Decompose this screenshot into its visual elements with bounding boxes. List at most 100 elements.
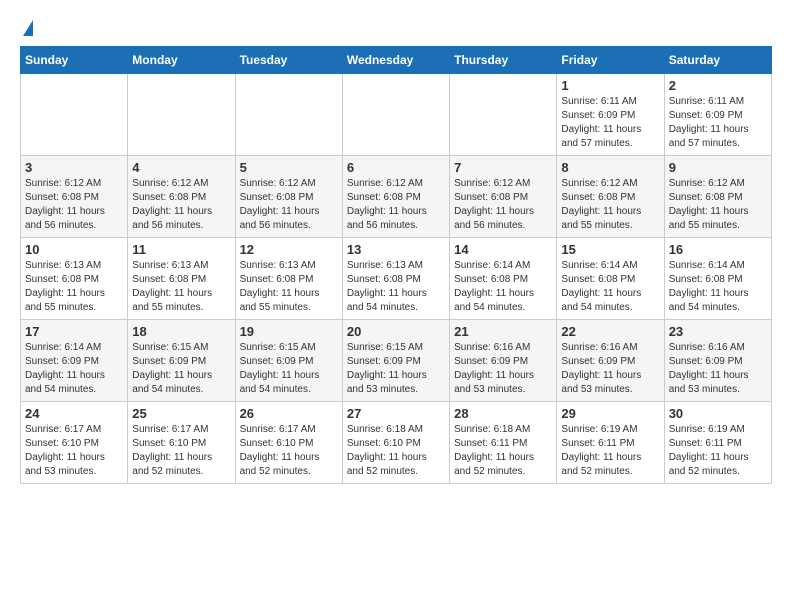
calendar-cell: 13Sunrise: 6:13 AM Sunset: 6:08 PM Dayli… (342, 238, 449, 320)
calendar-cell: 5 Sunrise: 6:12 AM Sunset: 6:08 PM Daylig… (235, 156, 342, 238)
day-number: 23 (669, 324, 767, 339)
calendar-cell: 23 Sunrise: 6:16 AM Sunset: 6:09 PM Dayli… (664, 320, 771, 402)
day-info: Sunrise: 6:14 AM Sunset: 6:08 PM Dayligh… (669, 259, 767, 315)
calendar-cell (21, 74, 128, 156)
calendar-cell: 7 Sunrise: 6:12 AM Sunset: 6:08 PM Daylig… (450, 156, 557, 238)
day-info: Sunrise: 6:18 AM Sunset: 6:11 PM Dayligh… (454, 423, 552, 479)
day-number: 15 (561, 242, 659, 257)
calendar-week-row: 1 Sunrise: 6:11 AM Sunset: 6:09 PM Daylig… (21, 74, 772, 156)
day-number: 29 (561, 406, 659, 421)
day-info: Sunrise: 6:16 AM Sunset: 6:09 PM Dayligh… (454, 341, 552, 397)
calendar-cell: 29 Sunrise: 6:19 AM Sunset: 6:11 PM Dayli… (557, 402, 664, 484)
logo-triangle-icon (23, 20, 33, 36)
day-info: Sunrise: 6:12 AM Sunset: 6:08 PM Dayligh… (454, 177, 552, 233)
day-info: Sunrise: 6:15 AM Sunset: 6:09 PM Dayligh… (347, 341, 445, 397)
calendar-cell: 20 Sunrise: 6:15 AM Sunset: 6:09 PM Dayli… (342, 320, 449, 402)
calendar-cell: 6Sunrise: 6:12 AM Sunset: 6:08 PM Daylig… (342, 156, 449, 238)
calendar-cell: 4Sunrise: 6:12 AM Sunset: 6:08 PM Daylig… (128, 156, 235, 238)
day-number: 18 (132, 324, 230, 339)
calendar-cell (450, 74, 557, 156)
calendar-cell: 14 Sunrise: 6:14 AM Sunset: 6:08 PM Dayli… (450, 238, 557, 320)
weekday-header-row: SundayMondayTuesdayWednesdayThursdayFrid… (21, 47, 772, 74)
day-number: 4 (132, 160, 230, 175)
day-number: 17 (25, 324, 123, 339)
day-info: Sunrise: 6:16 AM Sunset: 6:09 PM Dayligh… (561, 341, 659, 397)
day-number: 8 (561, 160, 659, 175)
day-number: 9 (669, 160, 767, 175)
day-number: 20 (347, 324, 445, 339)
day-info: Sunrise: 6:12 AM Sunset: 6:08 PM Dayligh… (561, 177, 659, 233)
weekday-header-friday: Friday (557, 47, 664, 74)
header (20, 20, 772, 36)
calendar-cell: 22Sunrise: 6:16 AM Sunset: 6:09 PM Dayli… (557, 320, 664, 402)
day-info: Sunrise: 6:14 AM Sunset: 6:09 PM Dayligh… (25, 341, 123, 397)
calendar-week-row: 17 Sunrise: 6:14 AM Sunset: 6:09 PM Dayli… (21, 320, 772, 402)
day-number: 7 (454, 160, 552, 175)
day-info: Sunrise: 6:11 AM Sunset: 6:09 PM Dayligh… (561, 95, 659, 151)
calendar-cell: 15 Sunrise: 6:14 AM Sunset: 6:08 PM Dayli… (557, 238, 664, 320)
day-number: 3 (25, 160, 123, 175)
calendar-cell: 12 Sunrise: 6:13 AM Sunset: 6:08 PM Dayli… (235, 238, 342, 320)
day-info: Sunrise: 6:11 AM Sunset: 6:09 PM Dayligh… (669, 95, 767, 151)
weekday-header-thursday: Thursday (450, 47, 557, 74)
calendar-week-row: 10 Sunrise: 6:13 AM Sunset: 6:08 PM Dayli… (21, 238, 772, 320)
day-number: 24 (25, 406, 123, 421)
day-info: Sunrise: 6:17 AM Sunset: 6:10 PM Dayligh… (25, 423, 123, 479)
calendar-table: SundayMondayTuesdayWednesdayThursdayFrid… (20, 46, 772, 484)
calendar-cell: 11Sunrise: 6:13 AM Sunset: 6:08 PM Dayli… (128, 238, 235, 320)
calendar-cell: 2Sunrise: 6:11 AM Sunset: 6:09 PM Daylig… (664, 74, 771, 156)
calendar-cell: 16 Sunrise: 6:14 AM Sunset: 6:08 PM Dayli… (664, 238, 771, 320)
logo-line1 (20, 20, 33, 36)
calendar-cell: 30Sunrise: 6:19 AM Sunset: 6:11 PM Dayli… (664, 402, 771, 484)
day-number: 16 (669, 242, 767, 257)
calendar-cell: 3 Sunrise: 6:12 AM Sunset: 6:08 PM Daylig… (21, 156, 128, 238)
day-number: 27 (347, 406, 445, 421)
weekday-header-tuesday: Tuesday (235, 47, 342, 74)
calendar-cell: 28 Sunrise: 6:18 AM Sunset: 6:11 PM Dayli… (450, 402, 557, 484)
day-number: 10 (25, 242, 123, 257)
day-number: 1 (561, 78, 659, 93)
calendar-cell: 19 Sunrise: 6:15 AM Sunset: 6:09 PM Dayli… (235, 320, 342, 402)
day-number: 25 (132, 406, 230, 421)
day-info: Sunrise: 6:19 AM Sunset: 6:11 PM Dayligh… (561, 423, 659, 479)
weekday-header-saturday: Saturday (664, 47, 771, 74)
day-info: Sunrise: 6:15 AM Sunset: 6:09 PM Dayligh… (132, 341, 230, 397)
day-number: 26 (240, 406, 338, 421)
day-number: 19 (240, 324, 338, 339)
calendar-cell: 18 Sunrise: 6:15 AM Sunset: 6:09 PM Dayli… (128, 320, 235, 402)
calendar-cell (128, 74, 235, 156)
day-number: 13 (347, 242, 445, 257)
day-number: 28 (454, 406, 552, 421)
day-info: Sunrise: 6:16 AM Sunset: 6:09 PM Dayligh… (669, 341, 767, 397)
calendar-week-row: 3 Sunrise: 6:12 AM Sunset: 6:08 PM Daylig… (21, 156, 772, 238)
calendar-cell: 21 Sunrise: 6:16 AM Sunset: 6:09 PM Dayli… (450, 320, 557, 402)
day-info: Sunrise: 6:18 AM Sunset: 6:10 PM Dayligh… (347, 423, 445, 479)
weekday-header-wednesday: Wednesday (342, 47, 449, 74)
day-number: 21 (454, 324, 552, 339)
day-info: Sunrise: 6:13 AM Sunset: 6:08 PM Dayligh… (240, 259, 338, 315)
day-info: Sunrise: 6:17 AM Sunset: 6:10 PM Dayligh… (132, 423, 230, 479)
day-info: Sunrise: 6:12 AM Sunset: 6:08 PM Dayligh… (25, 177, 123, 233)
calendar-cell: 24 Sunrise: 6:17 AM Sunset: 6:10 PM Dayli… (21, 402, 128, 484)
calendar-cell: 10Sunrise: 6:13 AM Sunset: 6:08 PM Dayli… (21, 238, 128, 320)
calendar-cell: 8 Sunrise: 6:12 AM Sunset: 6:08 PM Daylig… (557, 156, 664, 238)
calendar-cell: 17 Sunrise: 6:14 AM Sunset: 6:09 PM Dayli… (21, 320, 128, 402)
calendar-cell (342, 74, 449, 156)
day-info: Sunrise: 6:17 AM Sunset: 6:10 PM Dayligh… (240, 423, 338, 479)
day-info: Sunrise: 6:12 AM Sunset: 6:08 PM Dayligh… (240, 177, 338, 233)
calendar-cell: 25 Sunrise: 6:17 AM Sunset: 6:10 PM Dayli… (128, 402, 235, 484)
day-number: 12 (240, 242, 338, 257)
day-info: Sunrise: 6:13 AM Sunset: 6:08 PM Dayligh… (132, 259, 230, 315)
day-info: Sunrise: 6:19 AM Sunset: 6:11 PM Dayligh… (669, 423, 767, 479)
day-info: Sunrise: 6:15 AM Sunset: 6:09 PM Dayligh… (240, 341, 338, 397)
day-number: 5 (240, 160, 338, 175)
day-info: Sunrise: 6:14 AM Sunset: 6:08 PM Dayligh… (454, 259, 552, 315)
weekday-header-monday: Monday (128, 47, 235, 74)
weekday-header-sunday: Sunday (21, 47, 128, 74)
calendar-cell: 26 Sunrise: 6:17 AM Sunset: 6:10 PM Dayli… (235, 402, 342, 484)
day-info: Sunrise: 6:12 AM Sunset: 6:08 PM Dayligh… (347, 177, 445, 233)
day-number: 14 (454, 242, 552, 257)
day-info: Sunrise: 6:14 AM Sunset: 6:08 PM Dayligh… (561, 259, 659, 315)
logo (20, 20, 33, 36)
calendar-cell: 1 Sunrise: 6:11 AM Sunset: 6:09 PM Daylig… (557, 74, 664, 156)
